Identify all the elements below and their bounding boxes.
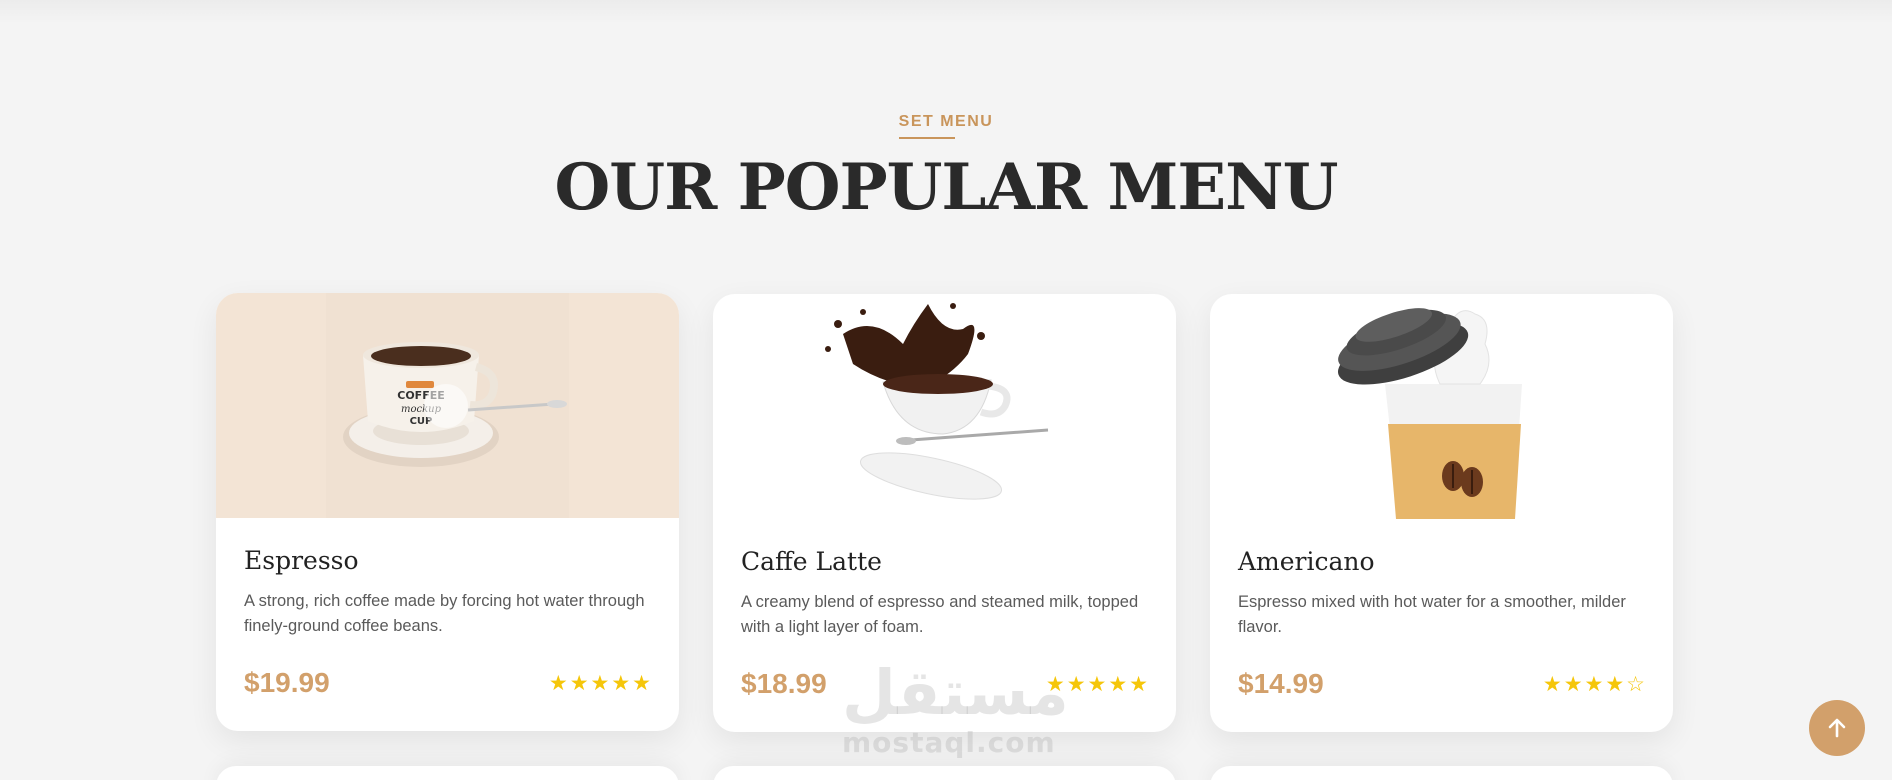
menu-item-name: Americano bbox=[1238, 547, 1375, 576]
menu-item-price: $19.99 bbox=[244, 667, 330, 698]
menu-item-price: $14.99 bbox=[1238, 668, 1324, 699]
menu-item-description: Espresso mixed with hot water for a smoo… bbox=[1238, 593, 1626, 636]
coffee-splash-image bbox=[713, 294, 1176, 519]
star-filled-icon: ★ bbox=[1542, 672, 1562, 696]
star-filled-icon: ★ bbox=[632, 671, 651, 695]
arrow-up-icon bbox=[1828, 718, 1846, 738]
star-filled-icon: ★ bbox=[590, 671, 610, 695]
menu-item-description: A creamy blend of espresso and steamed m… bbox=[741, 593, 1139, 636]
rating-stars: ★ ★ ★ ★ ☆ bbox=[1543, 672, 1645, 697]
star-empty-icon: ☆ bbox=[1626, 672, 1645, 696]
section-eyebrow: SET MENU bbox=[898, 113, 994, 130]
star-filled-icon: ★ bbox=[1087, 672, 1107, 696]
star-filled-icon: ★ bbox=[1108, 672, 1128, 696]
header-shadow bbox=[0, 0, 1892, 24]
coffee-mockup-cup-image: COFFEE mockup CUP bbox=[216, 293, 679, 518]
menu-card-americano[interactable]: Americano Espresso mixed with hot water … bbox=[1210, 294, 1673, 732]
rating-stars: ★ ★ ★ ★ ★ bbox=[549, 671, 651, 696]
rating-stars: ★ ★ ★ ★ ★ bbox=[1046, 672, 1148, 697]
menu-item-name: Caffe Latte bbox=[741, 547, 882, 576]
scroll-to-top-button[interactable] bbox=[1809, 700, 1865, 756]
star-filled-icon: ★ bbox=[611, 671, 631, 695]
menu-item-name: Espresso bbox=[244, 546, 359, 575]
menu-card-caffe-latte[interactable]: Caffe Latte A creamy blend of espresso a… bbox=[713, 294, 1176, 732]
star-filled-icon: ★ bbox=[1066, 672, 1086, 696]
star-filled-icon: ★ bbox=[1045, 672, 1065, 696]
star-filled-icon: ★ bbox=[1605, 672, 1625, 696]
takeaway-cup-image bbox=[1210, 294, 1673, 519]
menu-card-next-row[interactable] bbox=[216, 766, 679, 780]
star-filled-icon: ★ bbox=[1129, 672, 1148, 696]
star-filled-icon: ★ bbox=[1563, 672, 1583, 696]
menu-card-next-row[interactable] bbox=[1210, 766, 1673, 780]
menu-card-espresso[interactable]: COFFEE mockup CUP Espresso A strong, ric… bbox=[216, 293, 679, 731]
menu-card-next-row[interactable] bbox=[713, 766, 1176, 780]
eyebrow-underline bbox=[899, 137, 955, 139]
star-filled-icon: ★ bbox=[1584, 672, 1604, 696]
section-title: OUR POPULAR MENU bbox=[554, 150, 1339, 225]
menu-item-description: A strong, rich coffee made by forcing ho… bbox=[244, 592, 645, 635]
menu-item-price: $18.99 bbox=[741, 668, 827, 699]
star-filled-icon: ★ bbox=[548, 671, 568, 695]
star-filled-icon: ★ bbox=[569, 671, 589, 695]
